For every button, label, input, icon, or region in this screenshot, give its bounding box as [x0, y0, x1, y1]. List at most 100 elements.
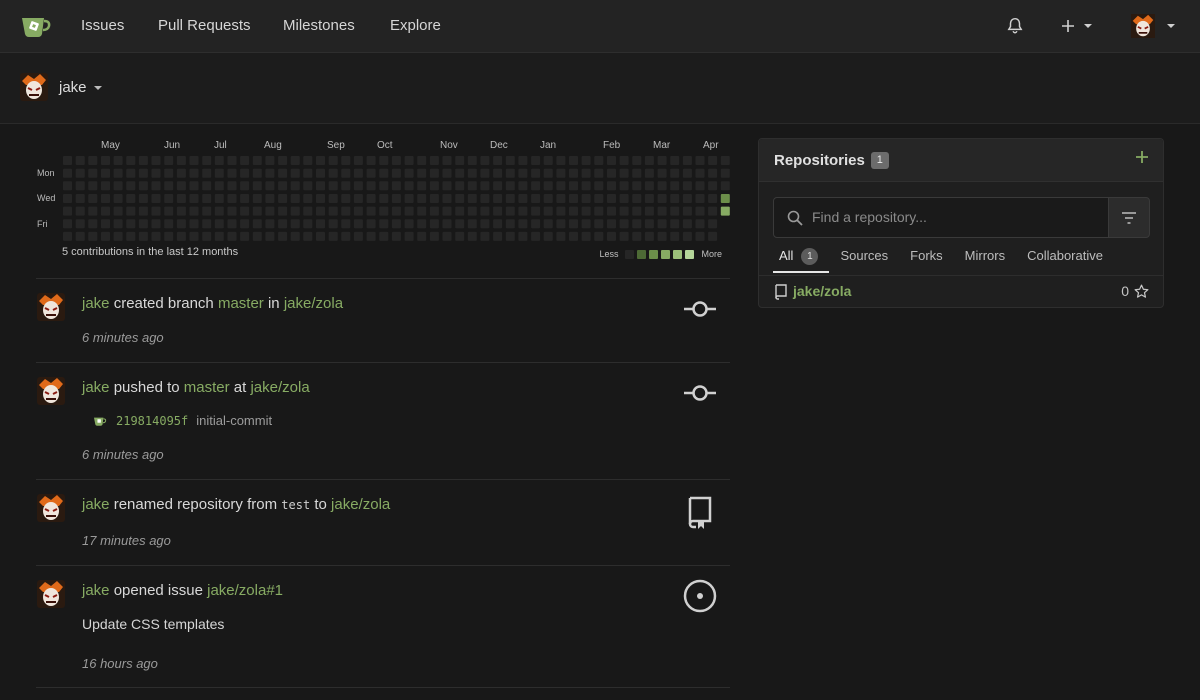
heatmap-cell — [417, 181, 427, 191]
heatmap-cell — [429, 168, 439, 178]
heatmap-cell — [366, 194, 376, 203]
heatmap-cell — [417, 219, 427, 229]
heatmap-cell — [151, 181, 161, 191]
heatmap-cell — [101, 156, 110, 165]
gitea-logo-icon[interactable] — [20, 12, 52, 40]
heatmap-cell — [366, 156, 376, 165]
heatmap-cell — [126, 194, 136, 203]
repositories-header: Repositories 1 — [759, 139, 1163, 182]
tab-collaborative[interactable]: Collaborative — [1016, 243, 1114, 273]
heatmap-cell — [290, 168, 300, 178]
heatmap-cell — [328, 194, 338, 203]
tab-sources[interactable]: Sources — [829, 243, 899, 273]
actor-link[interactable]: jake — [82, 379, 110, 396]
new-repository-button[interactable] — [1135, 148, 1149, 168]
feed-title: jake opened issue jake/zola#1 — [82, 582, 283, 599]
repositories-count-badge: 1 — [870, 152, 889, 169]
avatar[interactable] — [37, 580, 65, 608]
heatmap-cell — [556, 194, 566, 203]
heatmap-cell — [138, 206, 148, 216]
tab-mirrors[interactable]: Mirrors — [954, 243, 1016, 273]
heatmap-cell — [404, 219, 414, 229]
heatmap-cell — [695, 181, 705, 191]
create-new-menu[interactable] — [1060, 0, 1092, 52]
feed-time: 16 hours ago — [82, 656, 158, 671]
heatmap-cell — [543, 168, 553, 178]
heatmap-cell — [531, 231, 541, 241]
heatmap-cell — [379, 181, 389, 191]
heatmap-cell — [404, 231, 414, 241]
heatmap-cell — [657, 219, 667, 229]
heatmap-cell — [391, 206, 401, 216]
repo-link[interactable]: jake/zola — [284, 295, 343, 312]
heatmap-cell — [113, 156, 123, 165]
heatmap-cell — [366, 206, 376, 216]
heatmap-cell — [265, 194, 275, 203]
heatmap-month-label: Sep — [327, 140, 345, 151]
heatmap-cell — [101, 231, 110, 241]
heatmap-cell — [214, 231, 224, 241]
heatmap-cell — [493, 206, 503, 216]
heatmap-cell — [493, 219, 503, 229]
heatmap-cell — [290, 206, 300, 216]
heatmap-cell — [252, 156, 262, 165]
repo-search-input[interactable]: Find a repository... — [773, 197, 1109, 238]
avatar[interactable] — [37, 494, 65, 522]
heatmap-cell — [581, 231, 591, 241]
heatmap-cell — [126, 168, 136, 178]
nav-issues[interactable]: Issues — [81, 0, 124, 52]
feed-time: 6 minutes ago — [82, 330, 164, 345]
heatmap-cell — [126, 231, 136, 241]
heatmap-cell — [632, 206, 642, 216]
tab-forks[interactable]: Forks — [899, 243, 954, 273]
commit-sha-link[interactable]: 219814095f — [116, 414, 188, 428]
heatmap-cell — [379, 168, 389, 178]
heatmap-cell — [644, 194, 654, 203]
heatmap-cell — [151, 231, 161, 241]
issue-link[interactable]: jake/zola#1 — [207, 582, 283, 599]
nav-milestones[interactable]: Milestones — [283, 0, 355, 52]
heatmap-month-label: Jun — [164, 140, 181, 151]
heatmap-cell — [341, 194, 351, 203]
legend-less-label: Less — [599, 249, 619, 259]
heatmap-cell — [303, 168, 313, 178]
heatmap-cell — [581, 194, 591, 203]
repo-filter-button[interactable] — [1108, 197, 1150, 238]
branch-link[interactable]: master — [218, 295, 264, 312]
heatmap-cell — [429, 231, 439, 241]
heatmap-cell — [442, 168, 452, 178]
feed-item: jake created branch master in jake/zola … — [36, 278, 730, 362]
heatmap-cell — [720, 206, 730, 216]
heatmap-month-label: May — [101, 140, 120, 151]
repo-link[interactable]: jake/zola — [250, 379, 309, 396]
context-user-switcher[interactable]: jake — [59, 79, 102, 96]
heatmap-cell — [164, 206, 174, 216]
nav-explore[interactable]: Explore — [390, 0, 441, 52]
repo-name-link[interactable]: jake/zola — [793, 283, 851, 299]
branch-link[interactable]: master — [184, 379, 230, 396]
heatmap-cell — [113, 206, 123, 216]
actor-link[interactable]: jake — [82, 295, 110, 312]
nav-pull-requests[interactable]: Pull Requests — [158, 0, 251, 52]
heatmap-cell — [240, 219, 250, 229]
repo-link[interactable]: jake/zola — [331, 496, 390, 513]
repo-star-count: 0 — [1121, 283, 1149, 299]
avatar[interactable] — [37, 377, 65, 405]
actor-link[interactable]: jake — [82, 582, 110, 599]
heatmap-cell — [391, 231, 401, 241]
feed-verb: created branch — [113, 295, 214, 312]
heatmap-cell — [101, 168, 110, 178]
heatmap-cell — [518, 206, 528, 216]
tab-all[interactable]: All 1 — [773, 243, 830, 273]
heatmap-cell — [569, 231, 578, 241]
heatmap-cell — [670, 206, 680, 216]
heatmap-cell — [695, 231, 705, 241]
avatar[interactable] — [37, 293, 65, 321]
heatmap-cell — [417, 231, 427, 241]
heatmap-cell — [556, 219, 566, 229]
heatmap-cell — [644, 219, 654, 229]
notifications-button[interactable] — [1006, 0, 1024, 52]
user-menu[interactable] — [1131, 0, 1175, 52]
avatar — [1131, 14, 1155, 38]
actor-link[interactable]: jake — [82, 496, 110, 513]
